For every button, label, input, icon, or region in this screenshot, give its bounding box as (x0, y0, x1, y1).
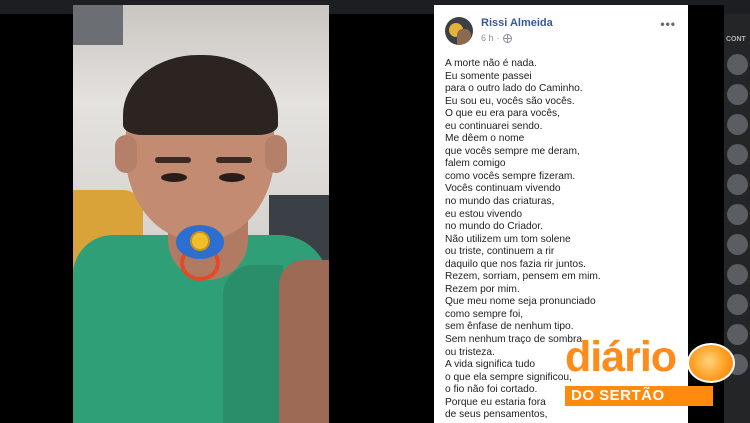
contact-avatar[interactable] (727, 54, 748, 75)
contact-avatar[interactable] (727, 144, 748, 165)
poem-line: daquilo que nos fazia rir juntos. (445, 258, 587, 270)
poem-line: como sempre foi, (445, 308, 524, 320)
poem-line: A morte não é nada. (445, 58, 537, 69)
poem-line: Não utilizem um tom solene (445, 233, 571, 245)
poem-line: Rezem por mim. (445, 283, 520, 295)
photo-brow-left (155, 157, 191, 163)
poem-line: no mundo das criaturas, (445, 196, 555, 208)
contact-avatar[interactable] (727, 234, 748, 255)
logo-banner: DO SERTÃO (565, 386, 713, 406)
poem-line: que vocês sempre me deram, (445, 145, 580, 157)
author-name-link[interactable]: Rissi Almeida (481, 17, 553, 29)
photo-arm (279, 260, 329, 423)
poem-line: como vocês sempre fizeram. (445, 170, 576, 182)
poem-line: Que meu nome seja pronunciado (445, 296, 596, 308)
poem-line: Rezem, sorriam, pensem em mim. (445, 271, 601, 283)
author-avatar[interactable] (445, 17, 473, 45)
poem-line: eu estou vivendo (445, 208, 523, 220)
diario-do-sertao-logo: diário DO SERTÃO (565, 333, 745, 409)
contact-avatar[interactable] (727, 114, 748, 135)
post-meta: 6 h · (481, 33, 512, 43)
meta-separator: · (496, 33, 500, 43)
sidebar-label: CONT (726, 36, 746, 43)
photo-brow-right (216, 157, 252, 163)
sun-logo-icon (687, 343, 735, 383)
poem-line: falem comigo (445, 158, 506, 170)
contact-avatar[interactable] (727, 174, 748, 195)
photo-shirt-shade (223, 265, 283, 423)
poem-line: Eu somente passei (445, 70, 532, 82)
pacifier-button (190, 231, 210, 251)
photo-eye-right (219, 173, 245, 182)
logo-word: diário (565, 333, 677, 381)
post-header: Rissi Almeida 6 h · ••• (434, 5, 688, 53)
poem-line: eu continuarei sendo. (445, 120, 543, 132)
photo-eye-left (161, 173, 187, 182)
post-photo[interactable] (73, 5, 329, 423)
poem-line: ou triste, continuem a rir (445, 246, 555, 258)
poem-line: no mundo do Criador. (445, 221, 543, 233)
poem-line: Vocês continuam vivendo (445, 183, 561, 195)
contact-avatar[interactable] (727, 264, 748, 285)
poem-line: O que eu era para vocês, (445, 108, 560, 120)
photo-ear-left (115, 135, 137, 173)
globe-icon (502, 33, 512, 43)
avatar-shape-2 (457, 29, 471, 45)
screenshot-stage: Rissi Almeida 6 h · ••• A morte não é na… (0, 0, 750, 423)
contact-avatar[interactable] (727, 294, 748, 315)
contact-avatar[interactable] (727, 204, 748, 225)
poem-line: Me dêem o nome (445, 133, 525, 145)
post-timestamp[interactable]: 6 h (481, 33, 494, 43)
poem-line: para o outro lado do Caminho. (445, 83, 583, 95)
poem-line: Eu sou eu, vocês são vocês. (445, 95, 575, 107)
contact-avatar[interactable] (727, 84, 748, 105)
poem-line: de seus pensamentos, (445, 409, 548, 421)
photo-ear-right (265, 135, 287, 173)
more-options-icon[interactable]: ••• (660, 17, 676, 31)
photo-window (73, 5, 123, 45)
